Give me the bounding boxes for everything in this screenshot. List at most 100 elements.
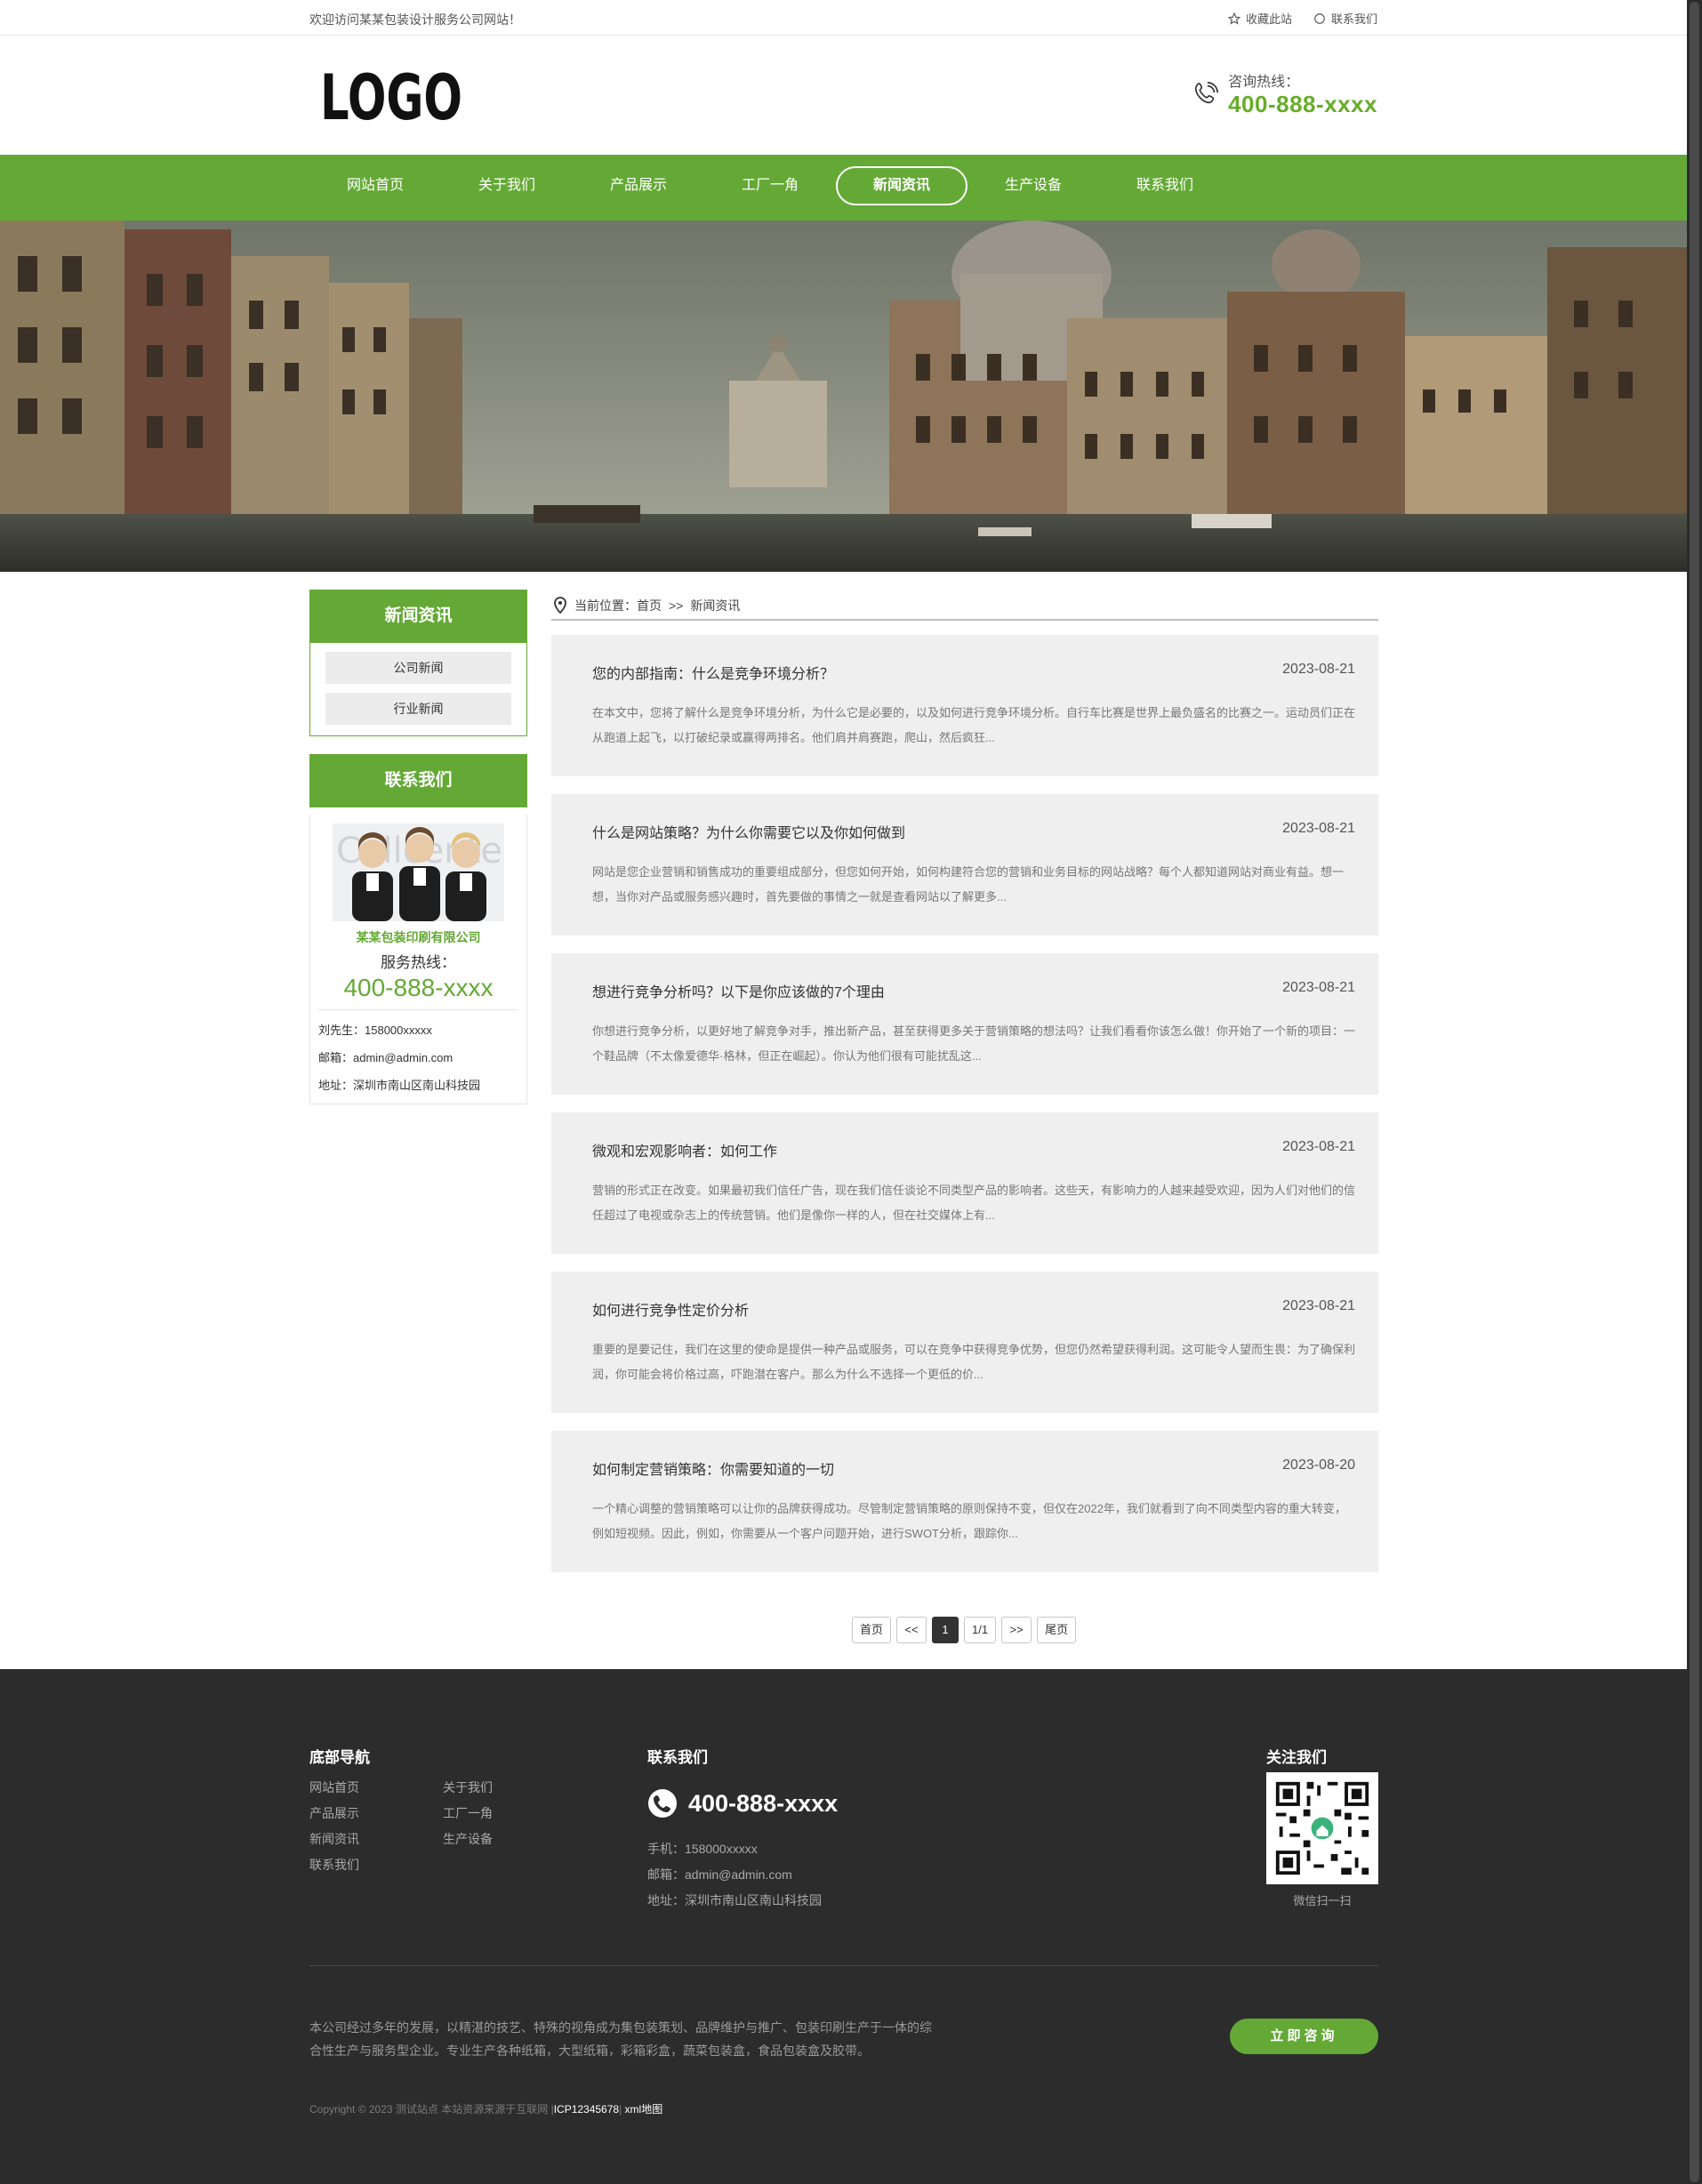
nav-item-products[interactable]: 产品展示 [573, 166, 704, 205]
pagination: 首页 << 1 1/1 >> 尾页 [852, 1617, 1077, 1643]
footer-link-factory[interactable]: 工厂一角 [443, 1804, 493, 1822]
customer-service-image: Callcenter [333, 823, 504, 921]
breadcrumb-home[interactable]: 首页 [637, 597, 662, 614]
news-item[interactable]: 想进行竞争分析吗？以下是你应该做的7个理由 2023-08-21 你想进行竞争分… [551, 953, 1378, 1095]
news-title[interactable]: 微观和宏观影响者：如何工作 [592, 1139, 1355, 1160]
sidebar-category-title: 新闻资讯 [309, 590, 527, 643]
favorite-label: 收藏此站 [1245, 12, 1292, 26]
footer-link-products[interactable]: 产品展示 [309, 1804, 359, 1822]
footer-email: 邮箱：admin@admin.com [647, 1867, 792, 1882]
footer-contact-title: 联系我们 [647, 1749, 708, 1766]
site-logo[interactable]: LOGO [320, 64, 462, 128]
footer-link-home[interactable]: 网站首页 [309, 1779, 359, 1796]
news-item[interactable]: 如何进行竞争性定价分析 2023-08-21 重要的是要记住，我们在这里的使命是… [551, 1272, 1378, 1413]
sidebar: 新闻资讯 公司新闻 行业新闻 联系我们 Callcenter 某某包装印刷有限公… [309, 590, 527, 1104]
wechat-qr-code [1266, 1772, 1378, 1884]
nav-item-about[interactable]: 关于我们 [441, 166, 573, 205]
nav-item-equipment[interactable]: 生产设备 [967, 166, 1099, 205]
phone-icon [648, 1789, 677, 1818]
footer-mobile: 手机：158000xxxxx [647, 1842, 758, 1856]
top-links: 收藏此站 联系我们 [1227, 10, 1377, 27]
breadcrumb-current[interactable]: 新闻资讯 [690, 597, 740, 614]
banner-image [0, 221, 1687, 572]
breadcrumb: 当前位置： 首页 >> 新闻资讯 [551, 592, 1378, 621]
page-total: 1/1 [964, 1617, 997, 1643]
copyright: Copyright © 2023 测试站点 本站资源来源于互联网 |ICP123… [309, 2103, 663, 2116]
news-item[interactable]: 如何制定营销策略：你需要知道的一切 2023-08-20 一个精心调整的营销策略… [551, 1431, 1378, 1572]
nav-item-news[interactable]: 新闻资讯 [836, 166, 967, 205]
hotline-number: 400-888-xxxx [1228, 91, 1377, 117]
nav-item-factory[interactable]: 工厂一角 [704, 166, 836, 205]
favorite-link[interactable]: 收藏此站 [1227, 10, 1292, 27]
main-nav: 网站首页 关于我们 产品展示 工厂一角 新闻资讯 生产设备 联系我们 [0, 155, 1687, 221]
header: LOGO 咨询热线： 400-888-xxxx [0, 36, 1687, 155]
footer-link-contact[interactable]: 联系我们 [309, 1856, 359, 1874]
sidebar-item-industry-news[interactable]: 行业新闻 [325, 693, 511, 725]
footer-phone: 400-888-xxxx [647, 1788, 838, 1819]
sidebar-item-company-news[interactable]: 公司新闻 [325, 652, 511, 684]
news-summary: 网站是您企业营销和销售成功的重要组成部分，但您如何开始，如何构建符合您的营销和业… [592, 865, 1345, 903]
news-date: 2023-08-21 [1282, 662, 1355, 677]
news-item[interactable]: 您的内部指南：什么是竞争环境分析？ 2023-08-21 在本文中，您将了解什么… [551, 635, 1378, 776]
contact-link[interactable]: 联系我们 [1313, 10, 1377, 27]
contact-email: 邮箱：admin@admin.com [318, 1051, 454, 1064]
footer-nav-title: 底部导航 [309, 1749, 370, 1766]
news-title[interactable]: 什么是网站策略？为什么你需要它以及你如何做到 [592, 821, 1355, 842]
news-date: 2023-08-21 [1282, 980, 1355, 995]
news-summary: 重要的是要记住，我们在这里的使命是提供一种产品或服务，可以在竞争中获得竞争优势，… [592, 1343, 1355, 1381]
news-list: 您的内部指南：什么是竞争环境分析？ 2023-08-21 在本文中，您将了解什么… [551, 635, 1378, 1590]
service-label: 服务热线： [381, 954, 456, 971]
news-item[interactable]: 什么是网站策略？为什么你需要它以及你如何做到 2023-08-21 网站是您企业… [551, 794, 1378, 935]
location-pin-icon [554, 597, 566, 614]
page-scrollbar[interactable] [1687, 0, 1702, 2184]
page-last-button[interactable]: 尾页 [1037, 1617, 1077, 1643]
hotline: 咨询热线： 400-888-xxxx [1192, 69, 1377, 118]
nav-item-contact[interactable]: 联系我们 [1099, 166, 1231, 205]
logo-text: LOGO [320, 64, 462, 128]
sitemap-link[interactable]: xml地图 [625, 2103, 663, 2116]
page-next-button[interactable]: >> [1001, 1617, 1032, 1643]
contact-address: 地址：深圳市南山区南山科技园 [318, 1079, 481, 1092]
qr-code-icon [1272, 1779, 1372, 1878]
footer: 底部导航 网站首页 关于我们 产品展示 工厂一角 新闻资讯 生产设备 联系我们 … [0, 1669, 1687, 2184]
news-summary: 在本文中，您将了解什么是竞争环境分析，为什么它是必要的，以及如何进行竞争环境分析… [592, 706, 1355, 744]
news-title[interactable]: 您的内部指南：什么是竞争环境分析？ [592, 662, 1355, 683]
footer-follow-title: 关注我们 [1266, 1749, 1327, 1766]
icp-link[interactable]: ICP12345678 [554, 2103, 619, 2116]
footer-link-equipment[interactable]: 生产设备 [443, 1830, 493, 1848]
breadcrumb-label: 当前位置： [574, 598, 637, 613]
page-prev-button[interactable]: << [896, 1617, 927, 1643]
footer-phone-number: 400-888-xxxx [688, 1789, 839, 1817]
welcome-text: 欢迎访问某某包装设计服务公司网站！ [309, 12, 521, 27]
news-date: 2023-08-21 [1282, 1298, 1355, 1313]
news-title[interactable]: 想进行竞争分析吗？以下是你应该做的7个理由 [592, 980, 1355, 1001]
qr-label: 微信扫一扫 [1293, 1894, 1352, 1907]
scrollbar-thumb[interactable] [1690, 2, 1699, 2182]
news-item[interactable]: 微观和宏观影响者：如何工作 2023-08-21 营销的形式正在改变。如果最初我… [551, 1112, 1378, 1254]
footer-link-about[interactable]: 关于我们 [443, 1779, 493, 1796]
footer-divider [309, 1965, 1378, 1966]
breadcrumb-separator: >> [669, 598, 684, 613]
chat-icon [1314, 12, 1325, 24]
star-icon [1227, 12, 1240, 25]
top-bar: 欢迎访问某某包装设计服务公司网站！ 收藏此站 联系我们 [0, 0, 1687, 36]
footer-address: 地址：深圳市南山区南山科技园 [647, 1893, 822, 1907]
news-title[interactable]: 如何进行竞争性定价分析 [592, 1298, 1355, 1320]
consult-button[interactable]: 立即咨询 [1230, 2019, 1378, 2054]
company-intro: 本公司经过多年的发展，以精湛的技艺、特殊的视角成为集包装策划、品牌维护与推广、包… [309, 2020, 932, 2058]
footer-link-news[interactable]: 新闻资讯 [309, 1830, 359, 1848]
company-name: 某某包装印刷有限公司 [356, 930, 481, 944]
news-date: 2023-08-21 [1282, 821, 1355, 836]
page-first-button[interactable]: 首页 [852, 1617, 892, 1643]
sidebar-category-box: 公司新闻 行业新闻 [309, 643, 527, 736]
nav-item-home[interactable]: 网站首页 [309, 166, 441, 205]
news-date: 2023-08-20 [1282, 1457, 1355, 1473]
contact-person: 刘先生：158000xxxxx [318, 1024, 432, 1037]
news-title[interactable]: 如何制定营销策略：你需要知道的一切 [592, 1457, 1355, 1479]
hotline-label: 咨询热线： [1228, 75, 1300, 90]
page-current-button[interactable]: 1 [932, 1617, 959, 1643]
phone-icon [1194, 81, 1219, 103]
sidebar-contact-title: 联系我们 [309, 754, 527, 807]
news-summary: 你想进行竞争分析，以更好地了解竞争对手，推出新产品，甚至获得更多关于营销策略的想… [592, 1024, 1355, 1063]
banner-illustration [0, 221, 1687, 572]
